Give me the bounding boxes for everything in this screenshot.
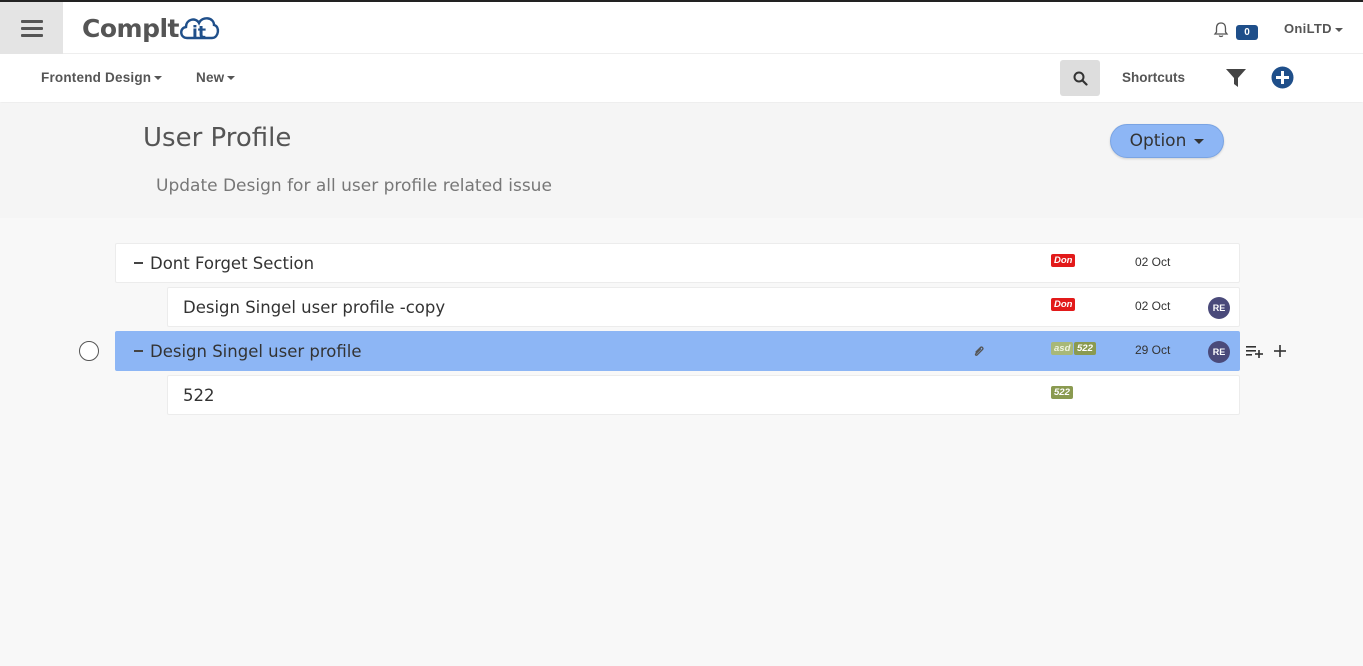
chevron-down-icon: [1194, 138, 1205, 144]
add-icon[interactable]: [1273, 344, 1287, 358]
shortcuts-button[interactable]: Shortcuts: [1122, 70, 1185, 85]
assignee-avatar[interactable]: RE: [1208, 297, 1230, 319]
project-menu[interactable]: Frontend Design: [41, 70, 163, 85]
search-button[interactable]: [1060, 60, 1100, 96]
collapse-icon[interactable]: [134, 350, 143, 352]
page-title: User Profile: [143, 123, 292, 153]
hamburger-menu-button[interactable]: [0, 2, 63, 54]
task-row-selected[interactable]: Design Singel user profile asd 522 29 Oc…: [115, 331, 1240, 371]
due-date: 29 Oct: [1135, 343, 1171, 357]
chevron-down-icon: [154, 76, 163, 81]
due-date: 02 Oct: [1135, 255, 1171, 269]
complete-task-radio[interactable]: [79, 341, 99, 361]
hamburger-icon: [20, 20, 43, 37]
row-title: Design Singel user profile -copy: [183, 298, 446, 317]
label-tag: asd: [1051, 342, 1074, 355]
status-tag: Don: [1051, 254, 1076, 267]
logo-text: Complt: [82, 13, 180, 43]
label-tag: 522: [1051, 386, 1073, 399]
due-date: 02 Oct: [1135, 299, 1171, 313]
org-dropdown[interactable]: OniLTD: [1284, 21, 1343, 36]
org-name: OniLTD: [1284, 21, 1332, 36]
project-menu-label: Frontend Design: [41, 70, 152, 85]
top-navbar: Complt it 0 OniLTD: [0, 0, 1363, 54]
attachment-icon[interactable]: [972, 344, 986, 360]
row-title: Design Singel user profile: [150, 342, 362, 361]
new-menu-label: New: [196, 70, 225, 85]
option-dropdown-button[interactable]: Option: [1110, 124, 1224, 158]
logo-cloud-icon: it: [180, 17, 220, 43]
new-menu[interactable]: New: [196, 70, 236, 85]
status-tag: Don: [1051, 298, 1076, 311]
filter-icon[interactable]: [1225, 67, 1247, 89]
assignee-avatar[interactable]: RE: [1208, 341, 1230, 363]
row-title: 522: [183, 386, 215, 405]
project-toolbar: Frontend Design New Shortcuts: [0, 54, 1363, 102]
notification-count-badge: 0: [1236, 25, 1258, 40]
subtask-row[interactable]: 522 522: [167, 375, 1240, 415]
collapse-icon[interactable]: [134, 262, 143, 264]
chevron-down-icon: [227, 76, 236, 81]
row-title: Dont Forget Section: [150, 254, 315, 273]
add-subtask-icon[interactable]: [1246, 344, 1264, 358]
app-logo[interactable]: Complt it: [82, 10, 221, 46]
notification-bell-icon[interactable]: [1212, 21, 1230, 39]
task-row[interactable]: Design Singel user profile -copy Don 02 …: [167, 287, 1240, 327]
svg-text:it: it: [192, 23, 206, 43]
search-icon: [1073, 71, 1088, 86]
page-header: User Profile Update Design for all user …: [0, 103, 1363, 218]
label-tag: 522: [1074, 342, 1096, 355]
page-description: Update Design for all user profile relat…: [156, 176, 552, 196]
add-circle-icon[interactable]: [1271, 66, 1294, 89]
section-row[interactable]: Dont Forget Section Don 02 Oct: [115, 243, 1240, 283]
chevron-down-icon: [1334, 27, 1343, 32]
option-label: Option: [1129, 131, 1187, 151]
